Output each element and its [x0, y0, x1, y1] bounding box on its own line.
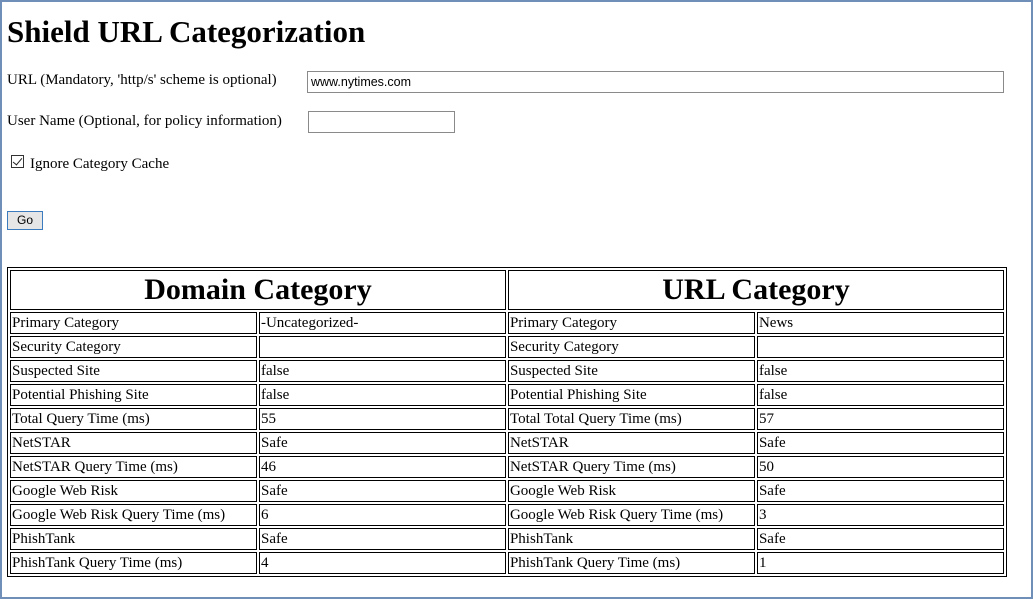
table-row: NetSTAR Safe NetSTAR Safe — [10, 432, 1004, 454]
url-input[interactable] — [307, 71, 1004, 93]
url-field-label: NetSTAR Query Time (ms) — [507, 456, 755, 478]
table-row: Suspected Site false Suspected Site false — [10, 360, 1004, 382]
domain-field-value: 46 — [258, 456, 506, 478]
url-field-value: Safe — [756, 480, 1004, 502]
ignore-cache-label: Ignore Category Cache — [30, 156, 170, 173]
user-name-input[interactable] — [308, 111, 455, 133]
url-field-label: PhishTank Query Time (ms) — [507, 552, 755, 574]
table-row: Total Query Time (ms) 55 Total Total Query… — [10, 408, 1004, 430]
table-row: Potential Phishing Site false Potential Ph… — [10, 384, 1004, 406]
url-field-label: Security Category — [507, 336, 755, 358]
url-field-value — [756, 336, 1004, 358]
domain-field-label: Suspected Site — [10, 360, 257, 382]
domain-field-value: Safe — [258, 480, 506, 502]
url-field-label: Suspected Site — [507, 360, 755, 382]
url-category-header: URL Category — [507, 270, 1004, 310]
url-label: URL (Mandatory, 'http/s' scheme is optio… — [7, 72, 277, 89]
domain-field-value: 55 — [258, 408, 506, 430]
url-field-value: 1 — [756, 552, 1004, 574]
domain-field-label: Google Web Risk — [10, 480, 257, 502]
url-field-value: false — [756, 360, 1004, 382]
url-field-value: 3 — [756, 504, 1004, 526]
domain-field-label: PhishTank Query Time (ms) — [10, 552, 257, 574]
domain-field-value: 6 — [258, 504, 506, 526]
table-row: PhishTank Query Time (ms) 4 PhishTank Quer… — [10, 552, 1004, 574]
domain-field-label: Potential Phishing Site — [10, 384, 257, 406]
url-field-label: Total Total Query Time (ms) — [507, 408, 755, 430]
domain-field-label: NetSTAR — [10, 432, 257, 454]
domain-field-label: Total Query Time (ms) — [10, 408, 257, 430]
url-field-label: Potential Phishing Site — [507, 384, 755, 406]
url-field-value: 57 — [756, 408, 1004, 430]
table-row: NetSTAR Query Time (ms) 46 NetSTAR Query T… — [10, 456, 1004, 478]
table-row: Primary Category -Uncategorized- Primary C… — [10, 312, 1004, 334]
domain-category-header: Domain Category — [10, 270, 506, 310]
url-field-value: false — [756, 384, 1004, 406]
url-field-label: Primary Category — [507, 312, 755, 334]
domain-field-label: NetSTAR Query Time (ms) — [10, 456, 257, 478]
url-field-value: 50 — [756, 456, 1004, 478]
url-field-label: PhishTank — [507, 528, 755, 550]
url-field-value: Safe — [756, 528, 1004, 550]
domain-field-value: Safe — [258, 432, 506, 454]
results-header-row: Domain Category URL Category — [10, 270, 1004, 310]
domain-field-value — [258, 336, 506, 358]
domain-field-label: Primary Category — [10, 312, 257, 334]
go-button[interactable]: Go — [7, 211, 43, 230]
domain-field-value: false — [258, 360, 506, 382]
url-field-label: Google Web Risk Query Time (ms) — [507, 504, 755, 526]
domain-field-value: 4 — [258, 552, 506, 574]
domain-field-value: Safe — [258, 528, 506, 550]
url-field-value: News — [756, 312, 1004, 334]
url-field-value: Safe — [756, 432, 1004, 454]
results-table: Domain Category URL Category Primary Cat… — [7, 267, 1007, 577]
domain-field-label: Google Web Risk Query Time (ms) — [10, 504, 257, 526]
domain-field-value: false — [258, 384, 506, 406]
page-title: Shield URL Categorization — [7, 14, 366, 49]
domain-field-label: PhishTank — [10, 528, 257, 550]
user-name-label: User Name (Optional, for policy informat… — [7, 113, 282, 130]
url-field-label: NetSTAR — [507, 432, 755, 454]
user-row: User Name (Optional, for policy informat… — [7, 113, 282, 130]
domain-field-value: -Uncategorized- — [258, 312, 506, 334]
url-row: URL (Mandatory, 'http/s' scheme is optio… — [7, 72, 277, 89]
ignore-cache-checkbox[interactable] — [11, 155, 24, 168]
table-row: Google Web Risk Query Time (ms) 6 Google W… — [10, 504, 1004, 526]
table-row: Google Web Risk Safe Google Web Risk Safe — [10, 480, 1004, 502]
ignore-cache-row: Ignore Category Cache — [7, 155, 170, 174]
table-row: PhishTank Safe PhishTank Safe — [10, 528, 1004, 550]
url-field-label: Google Web Risk — [507, 480, 755, 502]
table-row: Security Category Security Category — [10, 336, 1004, 358]
domain-field-label: Security Category — [10, 336, 257, 358]
